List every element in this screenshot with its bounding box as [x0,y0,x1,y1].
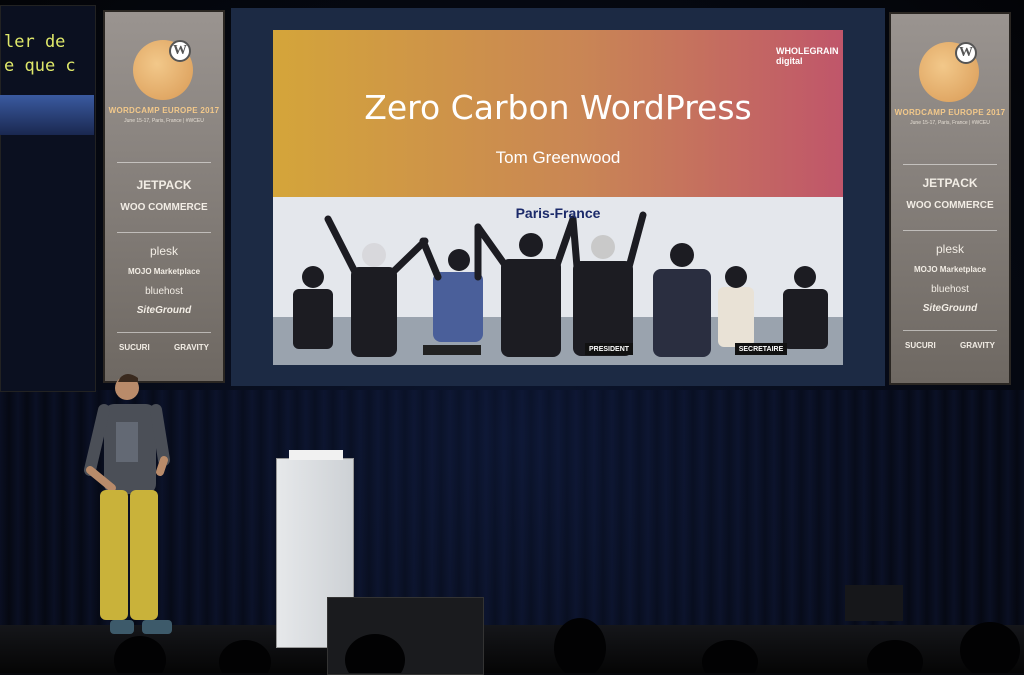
sponsor-plesk: plesk [149,244,178,258]
cop21-photo [273,197,843,365]
wordcamp-logo: W [133,40,193,100]
sponsor-bluehost: bluehost [145,286,183,297]
banner-divider [903,230,997,231]
sponsor-gravity: GRAVITY [174,343,209,352]
wordpress-icon: W [955,42,977,64]
wordcamp-logo: W [919,42,979,102]
wordpress-icon: W [169,40,191,62]
logo-line-2: digital [776,56,803,66]
nameplate-president: PRESIDENT [588,346,630,353]
banner-divider [903,330,997,331]
banner-event-subtitle: June 15-17, Paris, France | #WCEU [124,118,204,124]
logo-line-1: WHOLEGRAIN [776,46,839,56]
banner-event-subtitle: June 15-17, Paris, France | #WCEU [910,120,990,126]
side-screen-text: ler de e que c [4,30,94,78]
laptop [289,450,343,460]
slide-photo: Paris-France PRESIDENT SECRETAIRE [273,197,843,365]
sponsor-mojo: MOJO Marketplace [127,267,201,276]
banner-event-title: WORDCAMP EUROPE 2017 [108,106,220,115]
slide-speaker: Tom Greenwood [495,148,621,167]
banner-divider [903,164,997,165]
wholegrain-logo: WHOLEGRAIN digital [776,46,839,66]
banner-divider [117,162,211,163]
banner-event-title: WORDCAMP EUROPE 2017 [894,108,1006,117]
side-line-1: ler de [4,32,66,52]
sponsor-woocommerce: WOO COMMERCE [906,200,994,211]
presentation-slide: WHOLEGRAIN digital Zero Carbon WordPress… [273,30,843,365]
sponsor-siteground: SiteGround [922,303,978,314]
sponsor-mojo: MOJO Marketplace [913,265,987,274]
sponsor-banner-left: W WORDCAMP EUROPE 2017 June 15-17, Paris… [103,10,225,383]
photo-caption: Paris-France [515,205,601,221]
slide-title: Zero Carbon WordPress [364,88,752,127]
sponsor-bluehost: bluehost [931,284,969,295]
sponsor-plesk: plesk [935,242,964,256]
banner-divider [117,232,211,233]
sponsor-banner-right: W WORDCAMP EUROPE 2017 June 15-17, Paris… [889,12,1011,385]
sponsor-jetpack: JETPACK [922,176,978,190]
sponsor-jetpack: JETPACK [136,178,192,192]
sponsor-siteground: SiteGround [136,305,192,316]
side-screen-bar [0,95,94,135]
banner-divider [117,332,211,333]
audience-silhouettes [114,618,1020,673]
sponsor-woocommerce: WOO COMMERCE [120,202,208,213]
sponsor-gravity: GRAVITY [960,341,995,350]
side-line-2: e que c [4,56,76,76]
nameplate-secretaire: SECRETAIRE [738,346,784,353]
